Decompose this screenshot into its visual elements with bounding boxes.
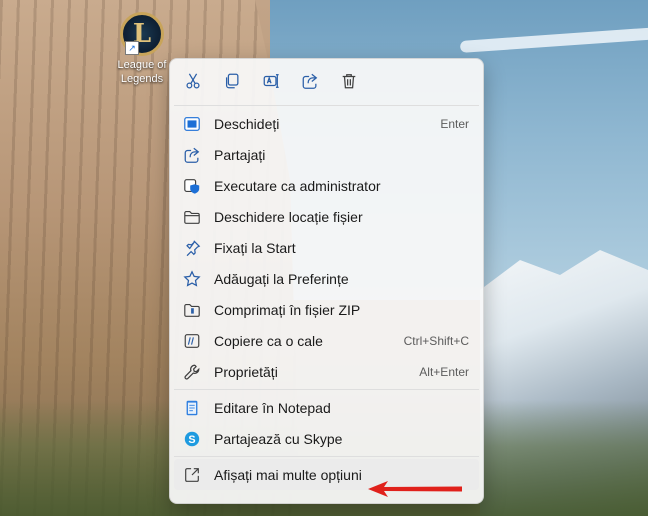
menu-item-copy-as-path[interactable]: Copiere ca o cale Ctrl+Shift+C [174,325,479,356]
menu-item-label: Partajează cu Skype [214,430,343,447]
cut-icon [186,73,200,89]
menu-item-shortcut: Enter [440,116,469,131]
open-icon [184,116,200,131]
cut-button[interactable] [178,66,208,96]
menu-separator [174,105,479,106]
delete-button[interactable] [334,66,364,96]
copy-button[interactable] [217,66,247,96]
menu-separator [174,389,479,390]
menu-item-label: Comprimați în fișier ZIP [214,301,361,318]
menu-item-compress-zip[interactable]: Comprimați în fișier ZIP [174,294,479,325]
menu-item-label: Deschidere locație fișier [214,208,363,225]
menu-item-share-with-skype[interactable]: S Partajează cu Skype [174,423,479,454]
menu-item-share[interactable]: Partajați [174,139,479,170]
pin-icon [186,239,201,256]
rename-icon [263,74,279,88]
menu-item-shortcut: Alt+Enter [419,364,469,379]
menu-item-properties[interactable]: Proprietăți Alt+Enter [174,356,479,387]
menu-item-label: Deschideți [214,115,280,132]
admin-shield-icon [184,178,200,194]
league-of-legends-logo-icon: L ↗ [120,12,164,56]
star-icon [183,269,201,287]
context-menu-quick-actions [170,59,483,103]
share-icon [302,73,318,89]
menu-item-label: Editare în Notepad [214,399,331,416]
menu-item-label: Partajați [214,146,266,163]
menu-item-label: Adăugați la Preferințe [214,270,349,287]
menu-item-open-file-location[interactable]: Deschidere locație fișier [174,201,479,232]
menu-separator [174,456,479,457]
copy-path-icon [184,333,200,348]
menu-item-open[interactable]: Deschideți Enter [174,108,479,139]
desktop: L ↗ League of Legends Deschideți Enter P… [0,0,648,516]
menu-item-edit-in-notepad[interactable]: Editare în Notepad [174,392,479,423]
annotation-arrow [368,481,462,497]
context-menu: Deschideți Enter Partajați Executare ca … [169,58,484,504]
folder-icon [184,210,200,224]
menu-item-run-as-admin[interactable]: Executare ca administrator [174,170,479,201]
shortcut-arrow-icon: ↗ [125,41,139,55]
notepad-icon [186,400,198,415]
wrench-icon [184,364,200,380]
svg-text:S: S [188,433,195,445]
menu-item-label: Executare ca administrator [214,177,381,194]
zip-icon [184,303,200,317]
desktop-shortcut-label: League of Legends [117,59,167,85]
share-icon [184,147,200,163]
menu-item-add-to-favorites[interactable]: Adăugați la Preferințe [174,263,479,294]
share-button[interactable] [295,66,325,96]
desktop-shortcut-league-of-legends[interactable]: L ↗ League of Legends [114,12,170,86]
delete-icon [342,74,356,89]
menu-item-label: Proprietăți [214,363,278,380]
menu-item-pin-to-start[interactable]: Fixați la Start [174,232,479,263]
skype-icon: S [184,431,200,446]
copy-icon [225,73,239,89]
rename-button[interactable] [256,66,286,96]
menu-item-label: Fixați la Start [214,239,296,256]
menu-item-label: Copiere ca o cale [214,332,323,349]
menu-item-shortcut: Ctrl+Shift+C [403,333,469,348]
show-more-icon [185,467,199,482]
